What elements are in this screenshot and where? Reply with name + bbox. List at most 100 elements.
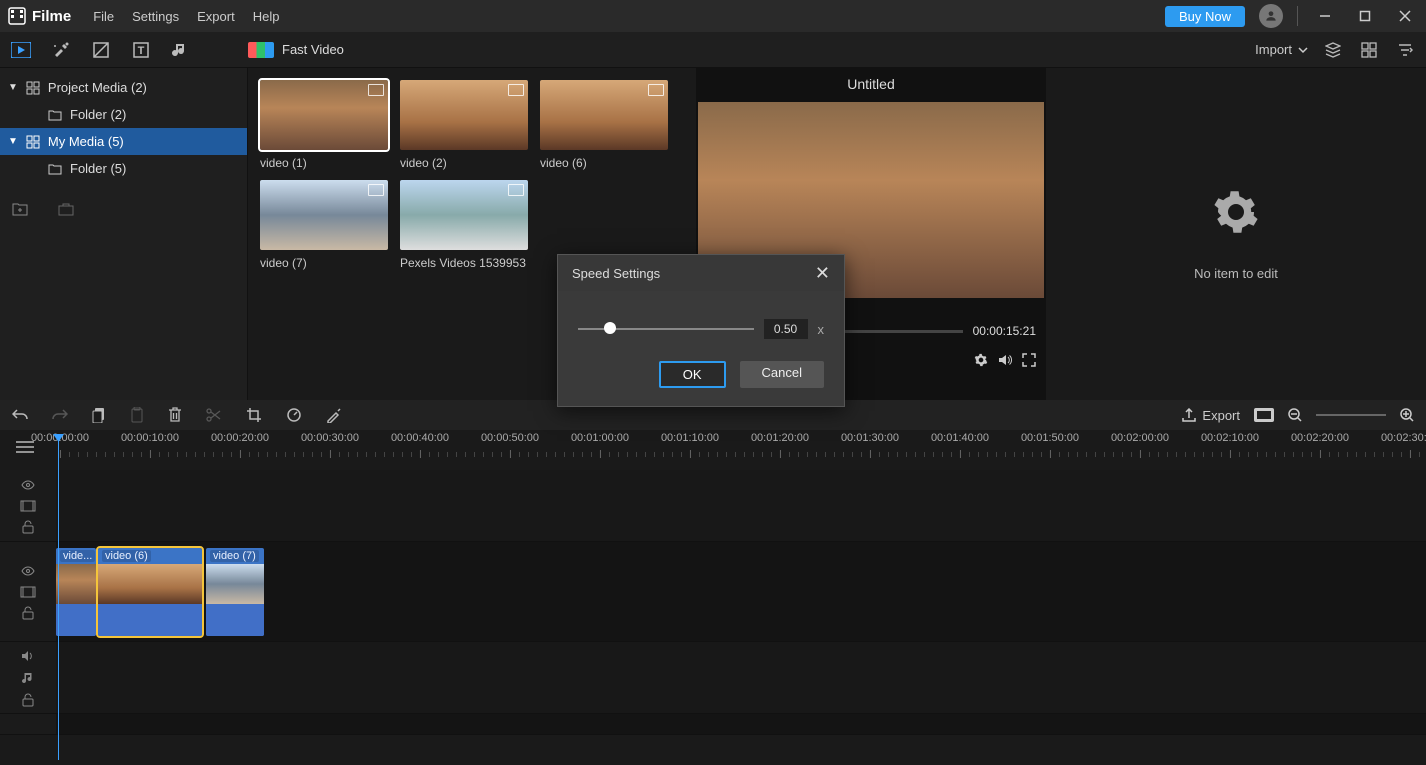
slider-thumb[interactable] — [604, 322, 616, 334]
copy-button[interactable] — [92, 407, 106, 423]
gear-icon — [1212, 188, 1260, 236]
layers-icon[interactable] — [1322, 39, 1344, 61]
music-icon — [21, 671, 35, 685]
lock-icon[interactable] — [22, 520, 34, 534]
tree-project-media[interactable]: ▼ Project Media (2) — [0, 74, 247, 101]
track-body[interactable]: vide...video (6) video (7) — [56, 542, 1426, 641]
clip-audio — [206, 604, 264, 636]
zoom-in-button[interactable] — [1400, 408, 1414, 422]
transitions-tab-icon[interactable] — [90, 39, 112, 61]
app-logo: Filme — [8, 7, 71, 25]
buy-now-button[interactable]: Buy Now — [1165, 6, 1245, 27]
thumbnail-label: Pexels Videos 1539953 — [400, 256, 528, 270]
speed-slider[interactable] — [578, 328, 754, 330]
caret-down-icon: ▼ — [8, 82, 18, 93]
export-button[interactable]: Export — [1182, 408, 1240, 423]
tree-label: Folder (5) — [70, 161, 126, 176]
color-button[interactable] — [326, 407, 342, 423]
text-tab-icon[interactable]: T — [130, 39, 152, 61]
sort-icon[interactable] — [1394, 39, 1416, 61]
cancel-button[interactable]: Cancel — [740, 361, 824, 388]
video-badge-icon — [508, 84, 524, 96]
split-button[interactable] — [206, 407, 222, 423]
menu-file[interactable]: File — [93, 9, 114, 24]
video-track-2 — [0, 470, 1426, 542]
ruler-tick: 00:00:30:00 — [301, 432, 359, 444]
zoom-slider[interactable] — [1316, 414, 1386, 416]
clip-label: vide... — [60, 550, 95, 562]
ok-button[interactable]: OK — [659, 361, 726, 388]
dialog-close-button[interactable]: ✕ — [815, 263, 830, 284]
thumbnail-image — [400, 80, 528, 150]
fast-video-button[interactable]: Fast Video — [248, 42, 344, 58]
fullscreen-button[interactable] — [1022, 353, 1036, 367]
timeline-clip[interactable]: video (6) — [98, 548, 202, 636]
speed-value[interactable]: 0.50 — [764, 319, 808, 339]
add-folder-button[interactable] — [12, 202, 28, 216]
minimize-icon — [1319, 10, 1331, 22]
paste-button[interactable] — [130, 407, 144, 423]
video-badge-icon — [648, 84, 664, 96]
ruler-tick: 00:00:40:00 — [391, 432, 449, 444]
import-dropdown[interactable]: Import — [1255, 42, 1308, 57]
lock-icon[interactable] — [22, 693, 34, 707]
timeline-clip[interactable]: vide... — [56, 548, 96, 636]
ruler-tick: 00:01:20:00 — [751, 432, 809, 444]
timeline-ruler[interactable]: 00:00:00:0000:00:10:0000:00:20:0000:00:3… — [0, 430, 1426, 470]
eye-icon[interactable] — [21, 478, 35, 492]
menu-help[interactable]: Help — [253, 9, 280, 24]
ruler-tick: 00:01:30:00 — [841, 432, 899, 444]
inspector-panel: No item to edit — [1046, 68, 1426, 400]
media-thumb[interactable]: video (1) — [260, 80, 388, 170]
media-thumb[interactable]: Pexels Videos 1539953 — [400, 180, 528, 270]
thumbnail-label: video (2) — [400, 156, 528, 170]
ruler-tick: 00:01:00:00 — [571, 432, 629, 444]
minimize-button[interactable] — [1318, 9, 1332, 23]
dialog-titlebar[interactable]: Speed Settings ✕ — [558, 255, 844, 291]
playhead[interactable] — [58, 440, 59, 760]
speed-button[interactable] — [286, 407, 302, 423]
clip-thumb — [56, 564, 96, 604]
aspect-ratio-button[interactable] — [1254, 408, 1274, 422]
tree-my-folder[interactable]: Folder (5) — [0, 155, 247, 182]
crop-button[interactable] — [246, 407, 262, 423]
thumbnail-label: video (6) — [540, 156, 668, 170]
thumbnail-label: video (7) — [260, 256, 388, 270]
fast-video-label: Fast Video — [282, 42, 344, 57]
quality-button[interactable] — [974, 353, 988, 367]
audio-tab-icon[interactable] — [170, 39, 192, 61]
menu-settings[interactable]: Settings — [132, 9, 179, 24]
grid-icon — [26, 81, 40, 95]
undo-button[interactable] — [12, 408, 28, 422]
media-tab-icon[interactable] — [10, 39, 32, 61]
timeline-clip[interactable]: video (7) — [206, 548, 264, 636]
effects-tab-icon[interactable] — [50, 39, 72, 61]
media-thumb[interactable]: video (2) — [400, 80, 528, 170]
track-body[interactable] — [56, 642, 1426, 713]
tree-label: Folder (2) — [70, 107, 126, 122]
maximize-button[interactable] — [1358, 9, 1372, 23]
ruler-tick: 00:00:10:00 — [121, 432, 179, 444]
speaker-icon[interactable] — [21, 649, 35, 663]
close-button[interactable] — [1398, 9, 1412, 23]
eye-icon[interactable] — [21, 564, 35, 578]
volume-button[interactable] — [998, 353, 1012, 367]
thumbnail-image — [400, 180, 528, 250]
tree-my-media[interactable]: ▼ My Media (5) — [0, 128, 247, 155]
export-label: Export — [1202, 408, 1240, 423]
track-body[interactable] — [56, 470, 1426, 541]
menu-export[interactable]: Export — [197, 9, 235, 24]
delete-button[interactable] — [168, 407, 182, 423]
media-thumb[interactable]: video (7) — [260, 180, 388, 270]
user-avatar[interactable] — [1259, 4, 1283, 28]
tree-project-folder[interactable]: Folder (2) — [0, 101, 247, 128]
clip-label: video (7) — [210, 550, 259, 562]
grid-view-icon[interactable] — [1358, 39, 1380, 61]
ruler-tick: 00:00:20:00 — [211, 432, 269, 444]
media-thumb[interactable]: video (6) — [540, 80, 668, 170]
zoom-out-button[interactable] — [1288, 408, 1302, 422]
redo-button[interactable] — [52, 408, 68, 422]
briefcase-button[interactable] — [58, 202, 74, 216]
track-head — [0, 470, 56, 541]
lock-icon[interactable] — [22, 606, 34, 620]
